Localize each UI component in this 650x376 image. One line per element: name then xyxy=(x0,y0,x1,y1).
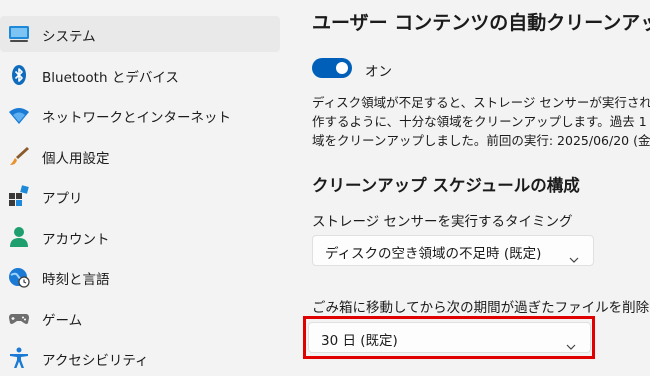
description-line: ディスク領域が不足すると、ストレージ センサーが実行されます xyxy=(312,95,650,110)
sidebar-item-label: ネットワークとインターネット xyxy=(42,110,231,126)
toggle-knob xyxy=(336,62,348,74)
sidebar-item-accessibility[interactable]: アクセシビリティ xyxy=(0,340,280,376)
sidebar-item-apps[interactable]: アプリ xyxy=(0,178,280,214)
toggle-state-label: オン xyxy=(365,64,392,80)
gamepad-icon xyxy=(8,307,30,329)
sidebar-item-label: 時刻と言語 xyxy=(42,272,110,288)
account-icon xyxy=(8,226,30,248)
sidebar-item-system[interactable]: システム xyxy=(0,16,280,52)
sidebar-item-label: システム xyxy=(42,29,96,45)
accessibility-icon xyxy=(8,347,30,369)
red-highlight-box xyxy=(303,316,595,359)
paintbrush-icon xyxy=(8,145,30,167)
run-timing-label: ストレージ センサーを実行するタイミング xyxy=(312,214,573,230)
sidebar-item-label: 個人用設定 xyxy=(42,151,110,167)
run-timing-selected-value: ディスクの空き領域の不足時 (既定) xyxy=(325,246,542,262)
sidebar-item-label: アクセシビリティ xyxy=(42,353,149,369)
system-display-icon xyxy=(8,23,30,45)
sidebar-item-label: Bluetooth とデバイス xyxy=(42,70,179,86)
globe-clock-icon xyxy=(8,266,30,288)
bluetooth-icon xyxy=(8,64,30,86)
sidebar-item-label: アカウント xyxy=(42,232,110,248)
sidebar-item-label: アプリ xyxy=(42,191,83,207)
sidebar-item-network[interactable]: ネットワークとインターネット xyxy=(0,97,280,133)
schedule-section-title: クリーンアップ スケジュールの構成 xyxy=(312,176,580,195)
sidebar-item-gaming[interactable]: ゲーム xyxy=(0,300,280,336)
sidebar-item-time-language[interactable]: 時刻と言語 xyxy=(0,259,280,295)
description-line: 域をクリーンアップしました。前回の実行: 2025/06/20 (金) 1 xyxy=(312,133,650,148)
recycle-bin-label: ごみ箱に移動してから次の期間が過ぎたファイルを削除する: xyxy=(312,300,650,316)
chevron-down-icon xyxy=(569,248,579,263)
storage-sense-settings-panel: ユーザー コンテンツの自動クリーンアップ オン ディスク領域が不足すると、ストレ… xyxy=(290,0,650,373)
description-line: 作するように、十分な領域をクリーンアップします。過去 1 か月 xyxy=(312,114,650,129)
page-title: ユーザー コンテンツの自動クリーンアップ xyxy=(312,12,650,34)
sidebar-item-accounts[interactable]: アカウント xyxy=(0,219,280,255)
sidebar-item-label: ゲーム xyxy=(42,313,83,329)
cleanup-toggle[interactable] xyxy=(312,58,352,78)
sidebar-item-personalization[interactable]: 個人用設定 xyxy=(0,138,280,174)
apps-icon xyxy=(8,185,30,207)
sidebar-item-bluetooth[interactable]: Bluetooth とデバイス xyxy=(0,57,280,93)
wifi-icon xyxy=(8,104,30,126)
settings-sidebar: システム Bluetooth とデバイス ネットワークとインターネット 個人用設… xyxy=(0,0,290,373)
run-timing-dropdown[interactable]: ディスクの空き領域の不足時 (既定) xyxy=(312,235,594,266)
